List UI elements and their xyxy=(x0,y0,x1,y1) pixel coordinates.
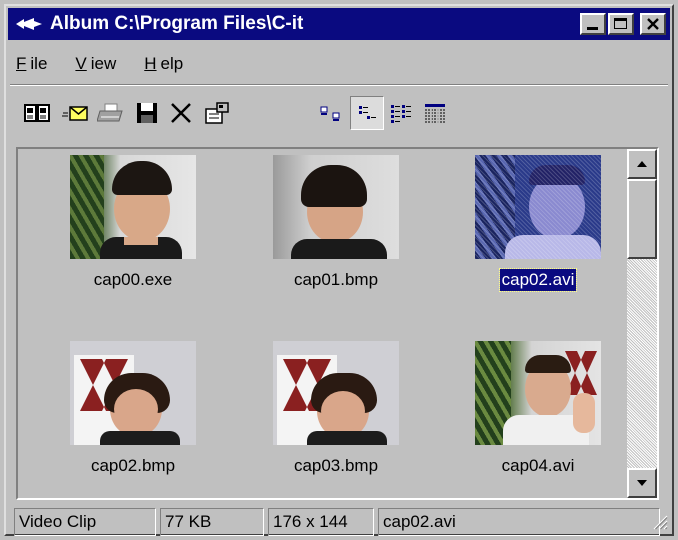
close-icon xyxy=(647,18,659,30)
thumbnail-label: cap00.exe xyxy=(93,270,173,289)
maximize-icon xyxy=(614,18,627,29)
mail-button[interactable] xyxy=(58,96,92,130)
close-button[interactable] xyxy=(640,13,666,35)
list-view-button[interactable] xyxy=(384,96,418,130)
down-arrow-icon xyxy=(637,480,647,486)
thumbnail-item[interactable]: cap02.bmp xyxy=(33,341,233,477)
thumbnail-image xyxy=(475,341,601,445)
album-window: Album C:\Program Files\C-it File View He… xyxy=(4,4,674,536)
thumbnail-label: cap02.avi xyxy=(498,268,578,292)
menu-bar: File View Help xyxy=(12,54,187,74)
menu-help[interactable]: Help xyxy=(140,54,187,74)
thumbnail-image xyxy=(70,155,196,259)
delete-icon xyxy=(171,103,191,123)
status-dimensions: 176 x 144 xyxy=(268,508,374,536)
print-button[interactable] xyxy=(94,96,128,130)
thumbnail-image xyxy=(70,341,196,445)
menu-view[interactable]: View xyxy=(71,54,120,74)
large-icons-view-button[interactable] xyxy=(314,96,348,130)
maximize-button[interactable] xyxy=(608,13,634,35)
list-view-icon xyxy=(391,105,411,123)
thumbnail-view[interactable]: cap00.exe cap01.bmp cap02.avi cap02.bmp … xyxy=(16,147,659,500)
small-icons-view-button[interactable] xyxy=(350,96,384,130)
thumbnail-label: cap04.avi xyxy=(501,456,575,475)
thumbnail-image xyxy=(273,341,399,445)
app-icon[interactable] xyxy=(12,14,46,34)
open-album-icon xyxy=(24,104,50,122)
save-icon xyxy=(137,103,157,123)
thumbnail-item[interactable]: cap02.avi xyxy=(438,155,638,292)
delete-button[interactable] xyxy=(164,96,198,130)
open-album-button[interactable] xyxy=(20,96,54,130)
details-view-button[interactable] xyxy=(418,96,452,130)
scroll-up-button[interactable] xyxy=(627,149,657,179)
status-filename: cap02.avi xyxy=(378,508,660,536)
minimize-button[interactable] xyxy=(580,13,606,35)
title-bar[interactable]: Album C:\Program Files\C-it xyxy=(8,8,670,40)
properties-icon xyxy=(205,102,229,124)
print-icon xyxy=(97,103,123,122)
large-icons-view-icon xyxy=(320,106,340,121)
thumbnail-item[interactable]: cap03.bmp xyxy=(236,341,436,477)
details-view-icon xyxy=(425,104,445,123)
mail-icon xyxy=(62,106,88,121)
thumbnail-item[interactable]: cap00.exe xyxy=(33,155,233,291)
small-icons-view-icon xyxy=(359,106,376,119)
properties-button[interactable] xyxy=(200,96,234,130)
minimize-icon xyxy=(587,27,598,30)
thumbnail-label: cap03.bmp xyxy=(293,456,379,475)
thumbnail-item[interactable]: cap04.avi xyxy=(438,341,638,477)
scroll-down-button[interactable] xyxy=(627,468,657,498)
resize-grip-icon[interactable] xyxy=(650,512,668,530)
thumbnail-image xyxy=(273,155,399,259)
vertical-scrollbar[interactable] xyxy=(627,149,657,498)
window-title: Album C:\Program Files\C-it xyxy=(50,13,304,34)
thumbnail-label: cap01.bmp xyxy=(293,270,379,289)
save-button[interactable] xyxy=(130,96,164,130)
status-file-type: Video Clip xyxy=(14,508,156,536)
menu-file[interactable]: File xyxy=(12,54,51,74)
thumbnail-image xyxy=(475,155,601,259)
scroll-thumb[interactable] xyxy=(627,179,657,259)
status-file-size: 77 KB xyxy=(160,508,264,536)
thumbnail-label: cap02.bmp xyxy=(90,456,176,475)
thumbnail-item[interactable]: cap01.bmp xyxy=(236,155,436,291)
up-arrow-icon xyxy=(637,161,647,167)
status-bar: Video Clip 77 KB 176 x 144 cap02.avi xyxy=(14,508,660,536)
menu-separator xyxy=(10,84,668,86)
